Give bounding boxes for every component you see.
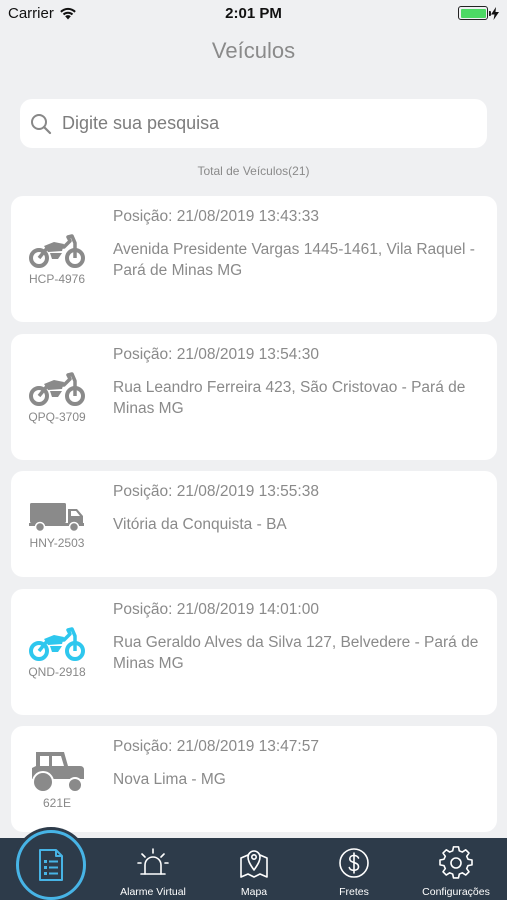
vehicle-plate: HNY-2503 xyxy=(29,535,85,550)
motorcycle-icon xyxy=(29,371,85,406)
vehicle-plate: QPQ-3709 xyxy=(28,409,86,424)
truck-icon xyxy=(29,502,84,532)
vehicle-address: Vitória da Conquista - BA xyxy=(113,516,287,533)
tab-fretes[interactable]: Fretes xyxy=(319,838,389,900)
vehicle-address: Avenida Presidente Vargas 1445-1461, Vil… xyxy=(113,241,475,279)
tab-alarme-virtual[interactable]: Alarme Virtual xyxy=(109,838,197,900)
position-timestamp: Posição: 21/08/2019 13:43:33 xyxy=(113,208,319,225)
page-title: Veículos xyxy=(211,38,296,63)
charging-bolt-icon xyxy=(491,6,499,20)
motorcycle-icon xyxy=(29,233,85,268)
position-timestamp: Posição: 21/08/2019 13:55:38 xyxy=(113,483,319,500)
vehicle-address: Rua Geraldo Alves da Silva 127, Belveder… xyxy=(113,634,479,672)
dollar-icon xyxy=(339,848,369,878)
vehicle-address: Rua Leandro Ferreira 423, São Cristovao … xyxy=(113,379,466,417)
vehicle-card[interactable]: HCP-4976 Posição: 21/08/2019 13:43:33 Av… xyxy=(11,196,497,322)
tab-configuracoes[interactable]: Configurações xyxy=(413,838,499,900)
battery-indicator xyxy=(458,6,499,20)
vehicle-plate: HCP-4976 xyxy=(28,271,86,286)
tractor-icon xyxy=(32,751,84,793)
search-icon xyxy=(31,113,52,134)
vehicle-card[interactable]: QPQ-3709 Posição: 21/08/2019 13:54:30 Ru… xyxy=(11,334,497,460)
vehicle-address: Nova Lima - MG xyxy=(113,771,226,788)
vehicle-card[interactable]: QND-2918 Posição: 21/08/2019 14:01:00 Ru… xyxy=(11,589,497,715)
vehicle-card[interactable]: HNY-2503 Posição: 21/08/2019 13:55:38 Vi… xyxy=(11,471,497,577)
status-bar: Carrier 2:01 PM xyxy=(0,0,507,28)
tab-veiculos[interactable] xyxy=(16,830,86,900)
position-timestamp: Posição: 21/08/2019 13:54:30 xyxy=(113,346,319,363)
battery-icon xyxy=(458,6,491,20)
tab-label: Fretes xyxy=(339,886,369,898)
position-timestamp: Posição: 21/08/2019 13:47:57 xyxy=(113,738,319,755)
vehicle-plate: 621E xyxy=(42,795,72,810)
position-timestamp: Posição: 21/08/2019 14:01:00 xyxy=(113,601,319,618)
tab-mapa[interactable]: Mapa xyxy=(219,838,289,900)
tab-label: Mapa xyxy=(240,886,268,898)
gear-icon xyxy=(439,846,473,879)
alarm-icon xyxy=(137,848,169,875)
search-input[interactable] xyxy=(62,113,462,134)
vehicle-count: Total de Veículos(21) xyxy=(197,164,310,178)
vehicle-card[interactable]: 621E Posição: 21/08/2019 13:47:57 Nova L… xyxy=(11,726,497,832)
clock: 2:01 PM xyxy=(225,5,282,22)
tab-label: Configurações xyxy=(422,886,490,898)
motorcycle-icon xyxy=(29,626,85,661)
vehicle-list-icon xyxy=(39,849,63,881)
tab-label: Alarme Virtual xyxy=(120,886,186,898)
map-icon xyxy=(240,850,268,878)
vehicle-plate: QND-2918 xyxy=(28,664,86,679)
search-bar[interactable] xyxy=(20,99,487,148)
